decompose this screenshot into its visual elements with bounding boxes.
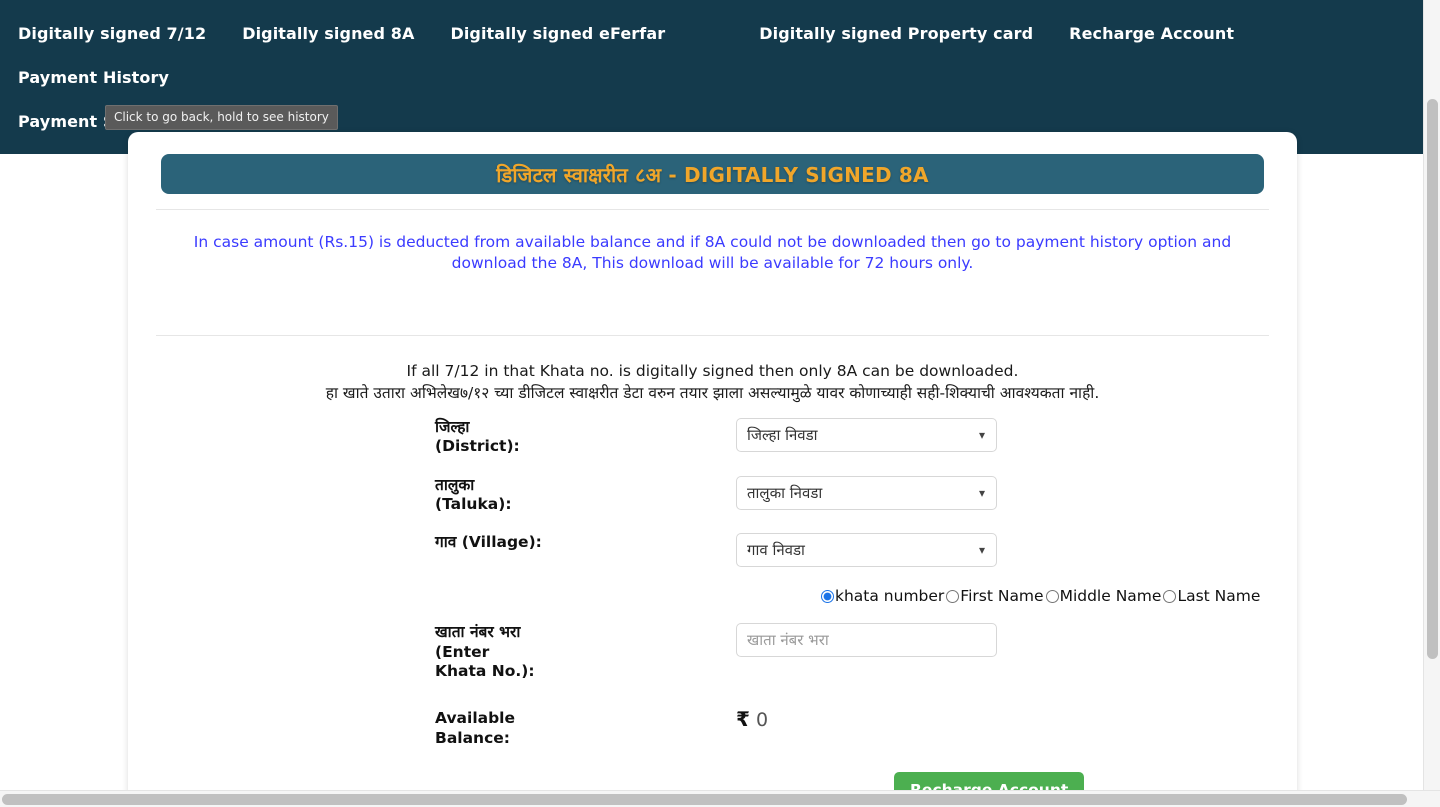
radio-khata-number[interactable] xyxy=(821,589,834,603)
notice-text: In case amount (Rs.15) is deducted from … xyxy=(193,233,1232,272)
nav-item-digitally-signed-property-card[interactable]: Digitally signed Property card xyxy=(741,12,1051,56)
page-title: डिजिटल स्वाक्षरीत ८अ - DIGITALLY SIGNED … xyxy=(496,162,929,187)
radio-option-last-name[interactable]: Last Name xyxy=(1163,587,1260,605)
horizontal-scrollbar[interactable] xyxy=(0,790,1440,807)
form-row-khata-number: खाता नंबर भरा (Enter Khata No.): xyxy=(128,623,1297,681)
radio-option-khata-number[interactable]: khata number xyxy=(821,587,944,605)
divider-bottom xyxy=(156,334,1269,336)
district-select[interactable]: जिल्हा निवडा xyxy=(736,417,997,452)
nav-item-digitally-signed-eferfar[interactable]: Digitally signed eFerfar xyxy=(432,12,683,56)
radio-label-last-name: Last Name xyxy=(1177,587,1261,606)
label-district: जिल्हा (District): xyxy=(435,417,520,456)
instructions-block: If all 7/12 in that Khata no. is digital… xyxy=(128,360,1297,404)
label-available-balance: Available Balance: xyxy=(435,709,516,747)
label-khata-number-english: (Enter Khata No.): xyxy=(435,642,535,681)
form-row-district: जिल्हा (District): जिल्हा निवडा ▾ xyxy=(128,417,1297,457)
browser-back-tooltip: Click to go back, hold to see history xyxy=(105,105,338,130)
page-root: Digitally signed 7/12 Digitally signed 8… xyxy=(0,0,1440,807)
available-balance-value: ₹ 0 xyxy=(543,709,768,730)
vertical-scrollbar-thumb[interactable] xyxy=(1427,99,1438,659)
field-district: जिल्हा निवडा ▾ xyxy=(543,417,1297,452)
radio-label-middle-name: Middle Name xyxy=(1059,587,1162,606)
radio-middle-name[interactable] xyxy=(1045,589,1059,603)
radio-last-name[interactable] xyxy=(1163,589,1177,603)
horizontal-scrollbar-thumb[interactable] xyxy=(2,794,1407,805)
content-card: डिजिटल स्वाक्षरीत ८अ - DIGITALLY SIGNED … xyxy=(128,132,1297,807)
radio-option-first-name[interactable]: First Name xyxy=(946,587,1044,606)
khata-number-input[interactable] xyxy=(736,623,997,658)
nav-item-digitally-signed-8a[interactable]: Digitally signed 8A xyxy=(224,12,432,56)
nav-item-payment-history[interactable]: Payment History xyxy=(0,56,187,100)
taluka-select[interactable]: तालुका निवडा xyxy=(736,475,997,510)
form-row-available-balance: Available Balance: ₹ 0 xyxy=(128,709,1297,748)
available-balance-amount: 0 xyxy=(755,709,769,732)
district-select-wrapper: जिल्हा निवडा ▾ xyxy=(736,417,997,452)
form-row-taluka: तालुका (Taluka): तालुका निवडा ▾ xyxy=(128,475,1297,515)
page-title-banner: डिजिटल स्वाक्षरीत ८अ - DIGITALLY SIGNED … xyxy=(161,154,1264,194)
label-village: गाव (Village): xyxy=(435,533,542,552)
label-khata-number: खाता नंबर भरा (Enter Khata No.): xyxy=(128,623,543,681)
nav-item-digitally-signed-712[interactable]: Digitally signed 7/12 xyxy=(0,12,224,56)
radio-label-first-name: First Name xyxy=(960,587,1044,606)
field-taluka: तालुका निवडा ▾ xyxy=(543,475,1297,510)
rupee-icon: ₹ xyxy=(736,707,750,732)
divider-top xyxy=(156,209,1269,210)
label-taluka: तालुका (Taluka): xyxy=(435,475,512,513)
instructions-line-english: If all 7/12 in that Khata no. is digital… xyxy=(406,361,1019,380)
field-village: गाव निवडा ▾ xyxy=(543,533,1297,568)
main-navbar: Digitally signed 7/12 Digitally signed 8… xyxy=(0,0,1423,154)
field-khata-number xyxy=(543,623,1297,658)
radio-first-name[interactable] xyxy=(946,589,960,603)
taluka-select-wrapper: तालुका निवडा ▾ xyxy=(736,475,997,510)
nav-item-spacer xyxy=(683,12,741,40)
village-select[interactable]: गाव निवडा xyxy=(736,533,997,568)
village-select-wrapper: गाव निवडा ▾ xyxy=(736,533,997,568)
nav-item-recharge-account[interactable]: Recharge Account xyxy=(1051,12,1252,56)
radio-option-middle-name[interactable]: Middle Name xyxy=(1045,587,1162,606)
instructions-line-marathi: हा खाते उतारा अभिलेख७/१२ च्या डीजिटल स्व… xyxy=(325,383,1100,402)
eight-a-form: जिल्हा (District): जिल्हा निवडा ▾ तालुका… xyxy=(128,417,1297,807)
label-khata-number-marathi: खाता नंबर भरा xyxy=(435,623,521,642)
search-mode-radio-group: khata number First Name Middle Name Last… xyxy=(128,587,1297,605)
form-row-village: गाव (Village): गाव निवडा ▾ xyxy=(128,533,1297,568)
radio-label-khata-number: khata number xyxy=(835,587,945,606)
vertical-scrollbar[interactable] xyxy=(1423,0,1440,790)
